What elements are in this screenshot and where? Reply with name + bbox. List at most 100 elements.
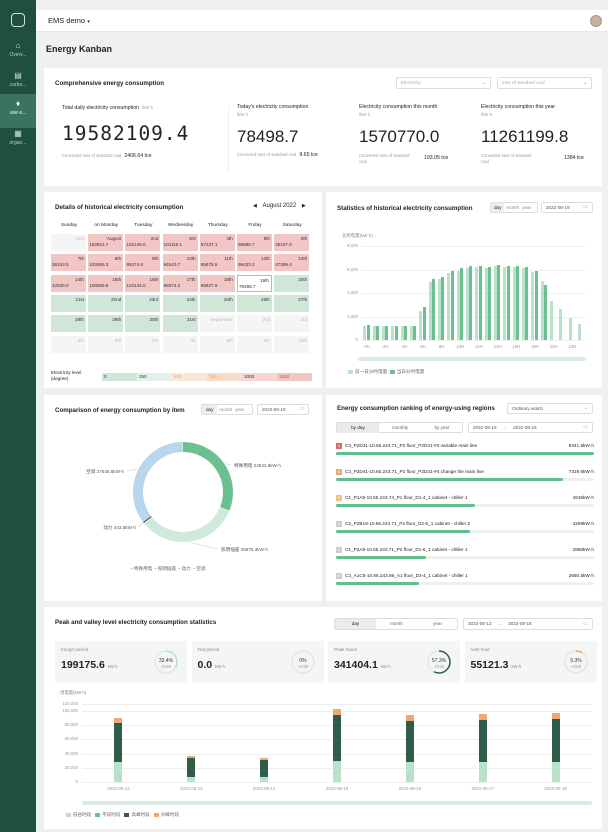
calendar-day[interactable]: 14th 42535.0	[51, 274, 86, 292]
calendar-day[interactable]: 20th	[274, 274, 310, 292]
calendar-day[interactable]: 3rd	[274, 315, 310, 333]
calendar-day[interactable]: August 103922.7	[88, 234, 124, 251]
ring-percent: 9.3%	[570, 658, 582, 664]
tab-year[interactable]: year	[521, 205, 532, 210]
calendar-day[interactable]: 31st	[51, 234, 86, 251]
tab-year[interactable]: year	[417, 619, 458, 629]
calendar-day[interactable]: 27th	[274, 294, 310, 312]
date-to: 2022-08-19	[513, 425, 537, 430]
calendar-day[interactable]: 5th	[88, 335, 124, 353]
calendar-day[interactable]: 4th	[51, 335, 86, 353]
tab-year[interactable]: year	[234, 407, 245, 412]
calendar-day[interactable]: September	[199, 315, 235, 333]
calendar-day[interactable]: 21st	[51, 294, 86, 312]
ranking-item[interactable]: 2 C3_P2D41-10.65.243.71_P2 floor_P2D41-#4…	[336, 469, 594, 491]
prev-month-icon[interactable]: ◀	[253, 203, 257, 209]
calendar-day[interactable]: 8th 103655.3	[88, 254, 124, 272]
tab-by-day[interactable]: by day	[337, 423, 379, 433]
calendar-day[interactable]: 9th	[237, 335, 272, 353]
day-number: 3rd	[300, 317, 308, 323]
itemized-donut: 特殊用电 24532.8kW·h 照明插座 25976.3kW·h 动力 443.5…	[86, 442, 281, 553]
calendar-day[interactable]: 17th 98674.2	[162, 274, 198, 292]
legend-label: 高峰时段	[131, 812, 150, 817]
calendar-day[interactable]: 31st	[162, 315, 198, 333]
donut-slice	[143, 516, 152, 524]
item-date-picker[interactable]: 2022-08-19 ▭	[257, 404, 309, 415]
sidebar-item-use-energy[interactable]: ♦ use e...	[0, 94, 36, 128]
calendar-day[interactable]: 4th 87237.1	[199, 234, 235, 251]
tab-month[interactable]: month	[376, 619, 417, 629]
divider	[228, 106, 229, 172]
tab-day[interactable]: day	[491, 203, 505, 212]
tab-month[interactable]: month	[217, 407, 234, 412]
avatar[interactable]	[590, 15, 602, 27]
calendar-day[interactable]: 16th 104144.0	[125, 274, 161, 292]
bar	[431, 278, 436, 340]
calendar-day[interactable]: 7th 36243.5	[51, 254, 86, 272]
calendar-day[interactable]: 19th 78498.7	[237, 274, 272, 292]
sidebar-item-organization[interactable]: ▦ organ...	[0, 124, 36, 158]
legend-label: 尖峰时段	[160, 812, 180, 817]
ring-percent: 33.4%	[159, 658, 174, 664]
calendar-day[interactable]: 18th 98927.9	[199, 274, 235, 292]
zoom-slider[interactable]	[358, 357, 586, 361]
next-month-icon[interactable]: ▶	[302, 203, 306, 209]
unit-select[interactable]: tons of standard coal ⌄	[497, 77, 592, 89]
tab-day[interactable]: day	[335, 619, 376, 629]
weekday-header: Saturday	[282, 223, 302, 228]
calendar-day[interactable]: 28th	[51, 315, 86, 333]
calendar-day[interactable]: 10th 94543.7	[162, 254, 198, 272]
day-number: 21st	[75, 296, 84, 302]
leader-line	[189, 542, 219, 550]
calendar-day[interactable]: 8th	[199, 335, 235, 353]
tab-monthly[interactable]: monthly	[379, 423, 421, 433]
region-name: C3_A1C5-10.65.243.86_A1 floor_D3-4_1 cab…	[345, 573, 468, 579]
ranking-item[interactable]: 1 C3_P2D31-10.65.243.71_P2 floor_P2D31-#3…	[336, 443, 594, 465]
sidebar-item-overview[interactable]: ⌂ Overv...	[0, 36, 36, 70]
app-logo[interactable]	[11, 13, 25, 27]
calendar-day[interactable]: 26th	[237, 294, 272, 312]
calendar-day[interactable]: 5th 98885.7	[237, 234, 272, 251]
calendar-day[interactable]: 13th 47399.4	[274, 254, 310, 272]
zoom-slider[interactable]	[82, 801, 592, 805]
tab-day[interactable]: day	[202, 405, 218, 414]
calendar-icon: ▭	[583, 204, 588, 210]
bar-segment	[114, 717, 123, 724]
calendar-day[interactable]: 12th 95433.2	[237, 254, 272, 272]
calendar-day[interactable]: 3rd 101118.1	[162, 234, 198, 251]
legend-dot: •	[178, 566, 181, 571]
ranking-date-range[interactable]: 2022-08-19 → 2022-08-19 ▭	[468, 422, 593, 433]
ranking-item[interactable]: 6 C3_A1C5-10.65.243.86_A1 floor_D3-4_1 ca…	[336, 573, 594, 595]
stats-date-picker[interactable]: 2022-08-19 ▭	[541, 202, 593, 213]
ranking-item[interactable]: 4 C2_P2B19-10.65.243.71_P2 floor_D2-6_1 c…	[336, 521, 594, 543]
calendar-day[interactable]: 11th 95675.5	[199, 254, 235, 272]
metric-unit: /kW·h	[237, 112, 248, 117]
tab-month[interactable]: month	[504, 205, 521, 210]
calendar-day[interactable]: 2nd	[237, 315, 272, 333]
project-switcher[interactable]: EMS demo ▾	[48, 16, 90, 25]
calendar-day[interactable]: 10th	[274, 335, 310, 353]
energy-type-select[interactable]: Electricity ⌄	[396, 77, 491, 89]
x-tick-label: 20H	[549, 344, 558, 349]
calendar-day[interactable]: 15th 108599.6	[88, 274, 124, 292]
calendar-day[interactable]: 2nd 101246.0	[125, 234, 161, 251]
calendar-day[interactable]: 29th	[88, 315, 124, 333]
ranking-item[interactable]: 3 C1_P1A5-10.65.243.74_P1 floor_D1-4_1 ca…	[336, 495, 594, 517]
calendar-day[interactable]: 24th	[162, 294, 198, 312]
calendar-day[interactable]: 22nd	[88, 294, 124, 312]
donut-slice	[144, 507, 230, 542]
calendar-day[interactable]: 30th	[125, 315, 161, 333]
calendar-day[interactable]: 25th	[199, 294, 235, 312]
peak-y-label: 用电量(kW·h)	[60, 690, 87, 695]
calendar-day[interactable]: 23rd	[125, 294, 161, 312]
progress-fill	[336, 530, 471, 533]
calendar-day[interactable]: 9th 95374.6	[125, 254, 161, 272]
peak-date-range[interactable]: 2022-08-12 → 2022-08-18 ▭	[463, 618, 593, 630]
rank-badge: 4	[336, 521, 342, 527]
calendar-day[interactable]: 7th	[162, 335, 198, 353]
ranking-item[interactable]: 5 C1_P2A8-10.65.243.71_P2 floor_D1-6_1 ca…	[336, 547, 594, 569]
tab-by-year[interactable]: by year	[421, 423, 463, 433]
calendar-day[interactable]: 6th 45187.6	[274, 234, 310, 251]
meter-type-select[interactable]: Ordinary watch ⌄	[507, 403, 593, 414]
calendar-day[interactable]: 6th	[125, 335, 161, 353]
